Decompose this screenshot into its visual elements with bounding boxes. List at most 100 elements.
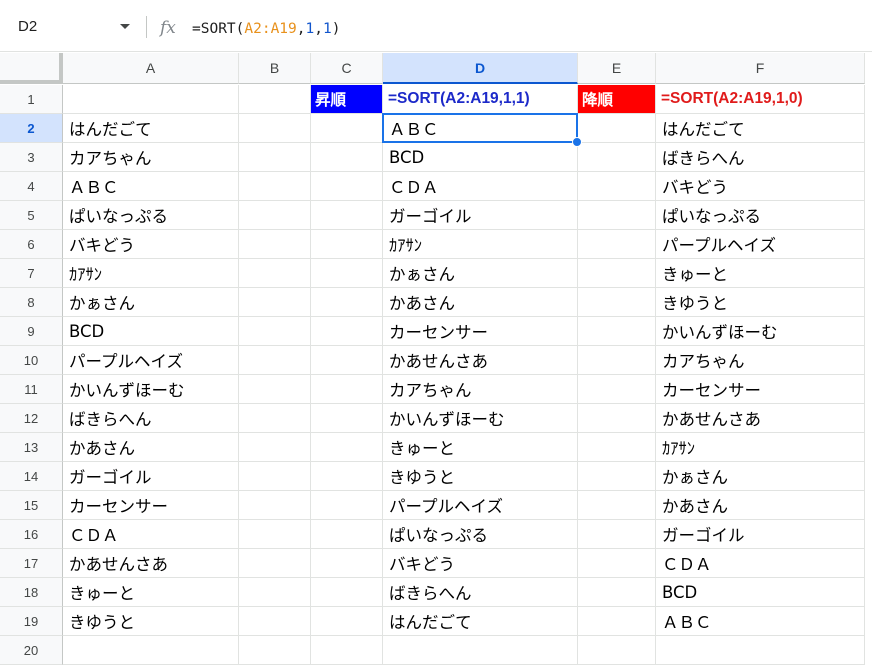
cell-c8[interactable] (311, 288, 383, 317)
cell-f18[interactable]: BCD (656, 578, 865, 607)
cell-a12[interactable]: ばきらへん (63, 404, 239, 433)
cell-a9[interactable]: BCD (63, 317, 239, 346)
column-header-b[interactable]: B (239, 53, 311, 84)
cell-c16[interactable] (311, 520, 383, 549)
cell-f10[interactable]: カアちゃん (656, 346, 865, 375)
cell-e10[interactable] (578, 346, 656, 375)
cell-f8[interactable]: きゆうと (656, 288, 865, 317)
row-header-9[interactable]: 9 (0, 317, 63, 346)
chevron-down-icon[interactable] (120, 23, 130, 29)
cell-a7[interactable]: ｶｱｻﾝ (63, 259, 239, 288)
cell-b4[interactable] (239, 172, 311, 201)
row-header-13[interactable]: 13 (0, 433, 63, 462)
cell-b18[interactable] (239, 578, 311, 607)
cell-c15[interactable] (311, 491, 383, 520)
row-header-12[interactable]: 12 (0, 404, 63, 433)
cell-f3[interactable]: ばきらへん (656, 143, 865, 172)
cell-a5[interactable]: ぱいなっぷる (63, 201, 239, 230)
cell-c20[interactable] (311, 636, 383, 665)
cell-b8[interactable] (239, 288, 311, 317)
cell-a15[interactable]: カーセンサー (63, 491, 239, 520)
cell-a4[interactable]: ＡＢＣ (63, 172, 239, 201)
cell-b16[interactable] (239, 520, 311, 549)
cell-a3[interactable]: カアちゃん (63, 143, 239, 172)
cell-d12[interactable]: かいんずほーむ (383, 404, 578, 433)
row-header-20[interactable]: 20 (0, 636, 63, 665)
cell-b17[interactable] (239, 549, 311, 578)
cell-c2[interactable] (311, 114, 383, 143)
cell-a1[interactable] (63, 85, 239, 114)
cell-e8[interactable] (578, 288, 656, 317)
row-header-19[interactable]: 19 (0, 607, 63, 636)
cell-f4[interactable]: バキどう (656, 172, 865, 201)
row-header-3[interactable]: 3 (0, 143, 63, 172)
cell-e16[interactable] (578, 520, 656, 549)
cell-d17[interactable]: バキどう (383, 549, 578, 578)
cell-b11[interactable] (239, 375, 311, 404)
cell-f12[interactable]: かあせんさあ (656, 404, 865, 433)
row-header-17[interactable]: 17 (0, 549, 63, 578)
cell-e12[interactable] (578, 404, 656, 433)
cell-d15[interactable]: パープルヘイズ (383, 491, 578, 520)
column-header-f[interactable]: F (656, 53, 865, 84)
cell-c19[interactable] (311, 607, 383, 636)
cell-b14[interactable] (239, 462, 311, 491)
cell-e6[interactable] (578, 230, 656, 259)
cell-b3[interactable] (239, 143, 311, 172)
cell-d10[interactable]: かあせんさあ (383, 346, 578, 375)
row-header-11[interactable]: 11 (0, 375, 63, 404)
cell-c1[interactable]: 昇順 (311, 85, 383, 114)
cell-b6[interactable] (239, 230, 311, 259)
cell-b10[interactable] (239, 346, 311, 375)
cell-e2[interactable] (578, 114, 656, 143)
cell-b2[interactable] (239, 114, 311, 143)
cell-d14[interactable]: きゆうと (383, 462, 578, 491)
cell-c10[interactable] (311, 346, 383, 375)
cell-f5[interactable]: ぱいなっぷる (656, 201, 865, 230)
cell-f6[interactable]: パープルヘイズ (656, 230, 865, 259)
row-header-8[interactable]: 8 (0, 288, 63, 317)
column-header-e[interactable]: E (578, 53, 656, 84)
row-header-4[interactable]: 4 (0, 172, 63, 201)
row-header-7[interactable]: 7 (0, 259, 63, 288)
column-header-a[interactable]: A (63, 53, 239, 84)
cell-e1[interactable]: 降順 (578, 85, 656, 114)
cell-c6[interactable] (311, 230, 383, 259)
cell-c14[interactable] (311, 462, 383, 491)
cell-d1[interactable]: =SORT(A2:A19,1,1) (383, 85, 578, 114)
cell-b13[interactable] (239, 433, 311, 462)
cell-c12[interactable] (311, 404, 383, 433)
cell-b20[interactable] (239, 636, 311, 665)
cell-a17[interactable]: かあせんさあ (63, 549, 239, 578)
row-header-1[interactable]: 1 (0, 85, 63, 114)
cell-a8[interactable]: かぁさん (63, 288, 239, 317)
column-header-d[interactable]: D (383, 53, 578, 84)
cell-a18[interactable]: きゅーと (63, 578, 239, 607)
row-header-6[interactable]: 6 (0, 230, 63, 259)
cell-f1[interactable]: =SORT(A2:A19,1,0) (656, 85, 865, 114)
cell-f19[interactable]: ＡＢＣ (656, 607, 865, 636)
cell-d11[interactable]: カアちゃん (383, 375, 578, 404)
cell-e11[interactable] (578, 375, 656, 404)
cell-e20[interactable] (578, 636, 656, 665)
cell-e15[interactable] (578, 491, 656, 520)
cell-d3[interactable]: BCD (383, 143, 578, 172)
cell-a10[interactable]: パープルヘイズ (63, 346, 239, 375)
cell-e7[interactable] (578, 259, 656, 288)
row-header-14[interactable]: 14 (0, 462, 63, 491)
cell-d6[interactable]: ｶｱｻﾝ (383, 230, 578, 259)
cell-b15[interactable] (239, 491, 311, 520)
cell-c17[interactable] (311, 549, 383, 578)
cell-e9[interactable] (578, 317, 656, 346)
cell-a19[interactable]: きゆうと (63, 607, 239, 636)
cell-f11[interactable]: カーセンサー (656, 375, 865, 404)
cell-e13[interactable] (578, 433, 656, 462)
cell-d9[interactable]: カーセンサー (383, 317, 578, 346)
cell-a20[interactable] (63, 636, 239, 665)
row-header-18[interactable]: 18 (0, 578, 63, 607)
cell-c18[interactable] (311, 578, 383, 607)
cell-c7[interactable] (311, 259, 383, 288)
cell-f17[interactable]: ＣＤＡ (656, 549, 865, 578)
cell-e17[interactable] (578, 549, 656, 578)
cell-c11[interactable] (311, 375, 383, 404)
